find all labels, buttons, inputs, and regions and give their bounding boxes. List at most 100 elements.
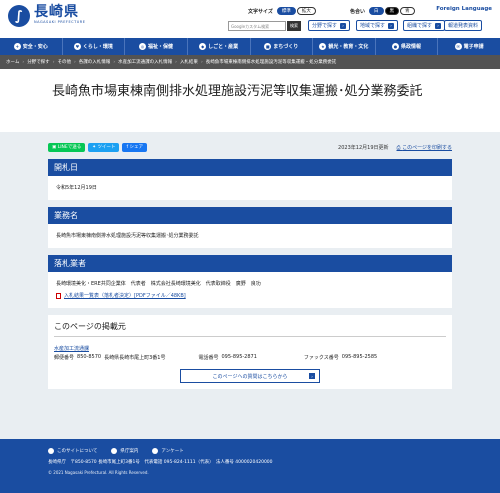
gnav-tourism[interactable]: ★ 観光・教育・文化 <box>313 38 376 55</box>
gnav-work[interactable]: ◆ しごと・産業 <box>188 38 251 55</box>
print-link[interactable]: ⎙ このページを印刷する <box>397 144 453 151</box>
color-label: 色合い <box>350 8 366 15</box>
share-row: ▣ LINEで送る ✦ ツイート f シェア 2023年12月19日更新 ⎙ こ… <box>48 140 452 154</box>
site-footer: このサイトについて 県庁案内 アンケート 長崎県庁 〒850-8570 長崎市尾… <box>0 439 500 493</box>
quick-link-label: 分野で探す <box>312 23 338 29</box>
size-standard-button[interactable]: 標準 <box>276 7 296 15</box>
footer-link-office[interactable]: 県庁案内 <box>111 448 138 454</box>
contact-row: 郵便番号 850-8570 長崎県長崎市尾上町3番1号 電話番号 095-895… <box>54 354 446 361</box>
page-title: 長崎魚市場東棟南側排水処理施設汚泥等収集運搬･処分業務委託 <box>52 84 423 99</box>
gnav-welfare[interactable]: ◎ 福祉・保健 <box>125 38 188 55</box>
global-nav: + 安全・安心 ♥ くらし・環境 ◎ 福祉・保健 ◆ しごと・産業 ■ まちづくり ★ 観光… <box>0 38 500 55</box>
gnav-label: まちづくり <box>273 44 299 50</box>
gnav-prefecture[interactable]: ● 県政情報 <box>376 38 439 55</box>
search-input[interactable]: Googleカスタム検索 <box>228 21 286 31</box>
tweet-button[interactable]: ✦ ツイート <box>88 142 120 152</box>
info-icon: ● <box>392 43 400 50</box>
quick-link-label: 報道発表資料 <box>448 23 479 29</box>
gnav-label: 福祉・保健 <box>148 44 174 50</box>
quick-link-label: 組織で探す <box>407 23 433 29</box>
chevron-right-icon: › <box>22 59 25 65</box>
gnav-town[interactable]: ■ まちづくり <box>251 38 314 55</box>
size-large-button[interactable]: 拡大 <box>296 7 316 15</box>
gnav-label: しごと・産業 <box>208 44 239 50</box>
breadcrumb-home[interactable]: ホーム <box>6 59 19 65</box>
line-share-button[interactable]: ▣ LINEで送る <box>48 142 86 152</box>
gnav-label: 安全・安心 <box>22 44 48 50</box>
gnav-safety[interactable]: + 安全・安心 <box>0 38 63 55</box>
line-share-label: LINEで送る <box>57 145 82 150</box>
phone-value: 095-895-2871 <box>221 354 257 360</box>
site-logo[interactable]: ∫ 長崎県 NAGASAKI PREFECTURE <box>8 5 85 27</box>
gnav-e-application[interactable]: ✉ 電子申請 <box>438 38 500 55</box>
fax-label: ファックス番号 <box>303 355 339 361</box>
postal-value: 850-8570 <box>77 354 102 360</box>
quick-link-region[interactable]: 地域で探す › <box>356 20 399 31</box>
chevron-right-icon: › <box>175 59 177 65</box>
task-name-value: 長崎魚市場東棟南側排水処理施設汚泥等収集運搬･処分業務委託 <box>56 233 199 239</box>
inquiry-button[interactable]: このページへの質問はこちらから › <box>180 369 320 383</box>
color-white-button[interactable]: 白 <box>369 7 384 15</box>
chevron-right-icon: › <box>52 59 55 65</box>
inquiry-label: このページへの質問はこちらから <box>212 373 288 380</box>
breadcrumb: ホーム › 分野で探す › その他 › 各課の入札情報 › 水産加工流通課の入札情報 › … <box>0 55 500 69</box>
mail-icon: ✉ <box>454 43 462 50</box>
postal-label: 郵便番号 <box>54 355 75 361</box>
arrow-right-icon: › <box>435 22 442 29</box>
gnav-label: 観光・教育・文化 <box>328 44 369 50</box>
address-value: 長崎県長崎市尾上町3番1号 <box>104 355 166 361</box>
search-button[interactable]: 検索 <box>287 21 301 31</box>
section-heading: 業務名 <box>48 207 452 224</box>
welfare-icon: ◎ <box>139 43 147 50</box>
facebook-share-button[interactable]: f シェア <box>122 142 147 152</box>
quick-link-press[interactable]: 報道発表資料 <box>444 20 483 31</box>
footer-address: 長崎県庁 〒850-8570 長崎市尾上町3番1号 代表電話 095-824-1… <box>48 460 273 465</box>
foreign-language-link[interactable]: Foreign Language <box>436 6 492 12</box>
winner-value: 長崎環境美化・ERE共同企業体 代表者 株式会社長崎環境美化 代表取締役 廣野 … <box>56 281 261 287</box>
gnav-label: 県政情報 <box>401 44 422 50</box>
quick-link-field[interactable]: 分野で探す › <box>308 20 351 31</box>
breadcrumb-current: 長崎魚市場東棟南側排水処理施設汚泥等収集運搬・処分業務委託 <box>205 60 337 65</box>
building-icon: ■ <box>264 43 272 50</box>
main-content: ▣ LINEで送る ✦ ツイート f シェア 2023年12月19日更新 ⎙ こ… <box>48 140 452 389</box>
pdf-icon <box>56 293 61 299</box>
section-task-name: 業務名 長崎魚市場東棟南側排水処理施設汚泥等収集運搬･処分業務委託 <box>48 207 452 248</box>
facebook-share-label: シェア <box>129 145 143 150</box>
breadcrumb-item[interactable]: その他 <box>58 59 72 65</box>
footer-link-survey[interactable]: アンケート <box>152 448 184 454</box>
logo-icon: ∫ <box>8 5 30 27</box>
color-blue-button[interactable]: 青 <box>400 7 415 15</box>
arrow-right-icon: › <box>309 373 315 379</box>
text-size-label: 文字サイズ <box>248 8 273 15</box>
breadcrumb-item[interactable]: 水産加工流通課の入札情報 <box>118 59 172 65</box>
section-heading: 開札日 <box>48 159 452 176</box>
heart-icon: ♥ <box>73 43 81 50</box>
circle-icon <box>48 448 54 454</box>
chevron-right-icon: › <box>74 59 76 65</box>
breadcrumb-item[interactable]: 分野で探す <box>27 59 50 65</box>
breadcrumb-item[interactable]: 各課の入札情報 <box>79 59 111 65</box>
logo-title: 長崎県 <box>34 4 79 20</box>
tweet-label: ツイート <box>97 145 116 150</box>
pdf-link[interactable]: 入札結果一覧表（落札者決定）[PDFファイル／48KB] <box>56 292 444 300</box>
section-heading: 落札業者 <box>48 255 452 272</box>
footer-link-label: アンケート <box>161 449 184 454</box>
published-heading: このページの掲載元 <box>54 321 446 337</box>
text-size-control: 文字サイズ 標準 拡大 <box>248 7 316 15</box>
breadcrumb-item[interactable]: 入札結果 <box>180 59 198 65</box>
department-link[interactable]: 水産加工流通課 <box>54 345 446 352</box>
fax-value: 095-895-2585 <box>341 354 378 360</box>
color-black-button[interactable]: 黒 <box>384 7 400 15</box>
pdf-link-label: 入札結果一覧表（落札者決定）[PDFファイル／48KB] <box>64 293 186 299</box>
section-open-date: 開札日 令和5年12月19日 <box>48 159 452 200</box>
footer-links: このサイトについて 県庁案内 アンケート <box>48 448 500 454</box>
chevron-right-icon: › <box>200 59 203 65</box>
cross-icon: + <box>13 43 21 50</box>
quick-link-org[interactable]: 組織で探す › <box>403 20 446 31</box>
arrow-right-icon: › <box>340 22 347 29</box>
updated-date: 2023年12月19日更新 <box>338 144 389 151</box>
gnav-living[interactable]: ♥ くらし・環境 <box>63 38 126 55</box>
logo-subtitle: NAGASAKI PREFECTURE <box>34 20 86 24</box>
footer-link-about[interactable]: このサイトについて <box>48 448 97 454</box>
chevron-right-icon: › <box>113 59 116 65</box>
